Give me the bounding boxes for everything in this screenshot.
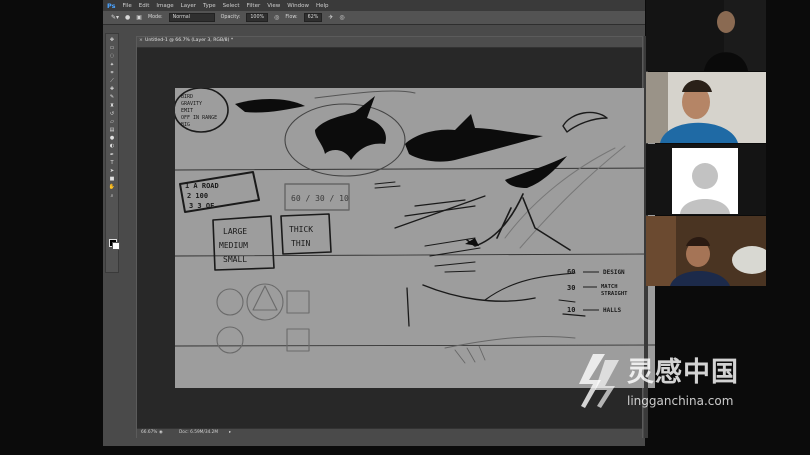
blur-tool-icon[interactable]: ●: [108, 135, 116, 141]
path-select-tool-icon[interactable]: ➤: [108, 168, 116, 174]
note-list2-2: 2 100: [187, 192, 208, 200]
marquee-tool-icon[interactable]: ▭: [108, 45, 116, 51]
healing-tool-icon[interactable]: ✚: [108, 86, 116, 92]
watermark-logo-icon: [579, 354, 619, 408]
note-list2-1: 1 A ROAD: [185, 182, 219, 190]
note-list1-1: BIRD: [181, 94, 193, 100]
webcam-participant-1: [646, 0, 766, 71]
crop-tool-icon[interactable]: ⌗: [108, 70, 116, 76]
webcam-participant-4: [646, 216, 766, 286]
note-large: LARGE: [223, 227, 247, 236]
canvas[interactable]: BIRD GRAVITY EMIT OFF IN RANGE BIG 1 A R…: [175, 88, 655, 388]
move-tool-icon[interactable]: ✥: [108, 37, 116, 43]
note-list1-5: BIG: [181, 122, 190, 128]
menu-layer[interactable]: Layer: [181, 3, 196, 9]
note-r3-num: 10: [567, 306, 575, 314]
note-list1-4: OFF IN RANGE: [181, 115, 217, 121]
brush-panel-icon[interactable]: ▣: [136, 14, 142, 21]
shape-tool-icon[interactable]: ■: [108, 176, 116, 182]
sketch-drawing: BIRD GRAVITY EMIT OFF IN RANGE BIG 1 A R…: [175, 88, 655, 364]
menu-filter[interactable]: Filter: [247, 3, 261, 9]
pressure-opacity-icon[interactable]: ◎: [274, 14, 279, 21]
menu-edit[interactable]: Edit: [139, 3, 150, 9]
watermark-cn-text: 灵感中国: [627, 357, 739, 388]
webcam-participant-3: [646, 144, 766, 215]
watermark-url-text: lingganchina.com: [627, 394, 734, 408]
menu-view[interactable]: View: [267, 3, 280, 9]
hand-tool-icon[interactable]: ✋: [108, 184, 116, 190]
close-document-icon[interactable]: ×: [139, 38, 143, 43]
note-small: SMALL: [223, 255, 247, 264]
pressure-size-icon[interactable]: ◎: [339, 14, 344, 21]
document-title: Untitled-1 @ 66.7% (Layer 3, RGB/8) *: [145, 38, 234, 43]
note-thick: THICK: [289, 225, 313, 234]
status-arrow-icon[interactable]: ▸: [229, 430, 231, 435]
menu-help[interactable]: Help: [316, 3, 329, 9]
participant-2-video: [646, 72, 766, 143]
menu-select[interactable]: Select: [223, 3, 240, 9]
gradient-tool-icon[interactable]: ▤: [108, 127, 116, 133]
participant-4-video: [646, 216, 766, 286]
note-list1-2: GRAVITY: [181, 101, 202, 107]
brush-preset-icon[interactable]: ✎▾: [111, 14, 119, 21]
airbrush-icon[interactable]: ✈: [328, 14, 333, 21]
type-tool-icon[interactable]: T: [108, 160, 116, 166]
note-list2-3: 3 3 OF: [189, 202, 214, 210]
photoshop-window: Ps File Edit Image Layer Type Select Fil…: [103, 0, 655, 446]
mode-label: Mode:: [147, 15, 163, 20]
zoom-tool-icon[interactable]: ⌕: [108, 193, 116, 199]
note-r2-num: 30: [567, 284, 575, 292]
doc-size-readout: Doc: 6.59M/34.2M: [179, 430, 219, 435]
status-bar: 66.67% ◉ Doc: 6.59M/34.2M ▸: [137, 428, 642, 438]
menu-window[interactable]: Window: [287, 3, 309, 9]
pen-tool-icon[interactable]: ✒: [108, 152, 116, 158]
background-color-swatch[interactable]: [112, 242, 120, 250]
menu-image[interactable]: Image: [156, 3, 173, 9]
note-r2-txt1: MATCH: [601, 284, 618, 290]
flow-field[interactable]: 62%: [303, 13, 323, 22]
note-medium: MEDIUM: [219, 241, 248, 250]
webcam-participant-2: [646, 72, 766, 143]
note-r1-txt: DESIGN: [603, 269, 625, 276]
opacity-field[interactable]: 100%: [246, 13, 269, 22]
menu-bar: Ps File Edit Image Layer Type Select Fil…: [103, 0, 645, 11]
zoom-readout[interactable]: 66.67%: [141, 430, 157, 435]
watermark: 灵感中国 lingganchina.com: [575, 348, 795, 418]
document-tab[interactable]: × Untitled-1 @ 66.7% (Layer 3, RGB/8) *: [137, 37, 642, 48]
note-list1-3: EMIT: [181, 108, 193, 114]
note-r1-num: 60: [567, 268, 575, 276]
eraser-tool-icon[interactable]: ▱: [108, 119, 116, 125]
status-info-icon[interactable]: ◉: [159, 430, 163, 435]
lasso-tool-icon[interactable]: ◌: [108, 53, 116, 59]
brush-size-icon[interactable]: ●: [125, 14, 130, 21]
menu-type[interactable]: Type: [203, 3, 216, 9]
photoshop-logo: Ps: [107, 1, 116, 10]
note-ratio: 60 / 30 / 10: [291, 194, 349, 203]
dodge-tool-icon[interactable]: ◐: [108, 143, 116, 149]
quick-select-tool-icon[interactable]: ✦: [108, 62, 116, 68]
tools-panel: ✥ ▭ ◌ ✦ ⌗ ⟋ ✚ ✎ ♜ ↺ ▱ ▤ ● ◐ ✒ T ➤ ■ ✋ ⌕: [105, 33, 120, 273]
brush-tool-icon[interactable]: ✎: [108, 94, 116, 100]
participant-3-avatar: [646, 144, 766, 215]
opacity-label: Opacity:: [220, 15, 241, 20]
eyedropper-tool-icon[interactable]: ⟋: [108, 78, 116, 84]
note-r2-txt2: STRAIGHT: [601, 291, 628, 297]
menu-file[interactable]: File: [123, 3, 132, 9]
flow-label: Flow:: [285, 15, 298, 20]
document-window: × Untitled-1 @ 66.7% (Layer 3, RGB/8) *: [136, 36, 655, 438]
note-r3-txt: HALLS: [603, 307, 621, 314]
history-brush-tool-icon[interactable]: ↺: [108, 111, 116, 117]
mode-select[interactable]: Normal: [168, 13, 215, 22]
note-thin: THIN: [291, 239, 310, 248]
clone-stamp-tool-icon[interactable]: ♜: [108, 103, 116, 109]
participant-1-video: [646, 0, 766, 71]
options-bar: ✎▾ ● ▣ Mode: Normal Opacity: 100% ◎ Flow…: [103, 11, 645, 25]
